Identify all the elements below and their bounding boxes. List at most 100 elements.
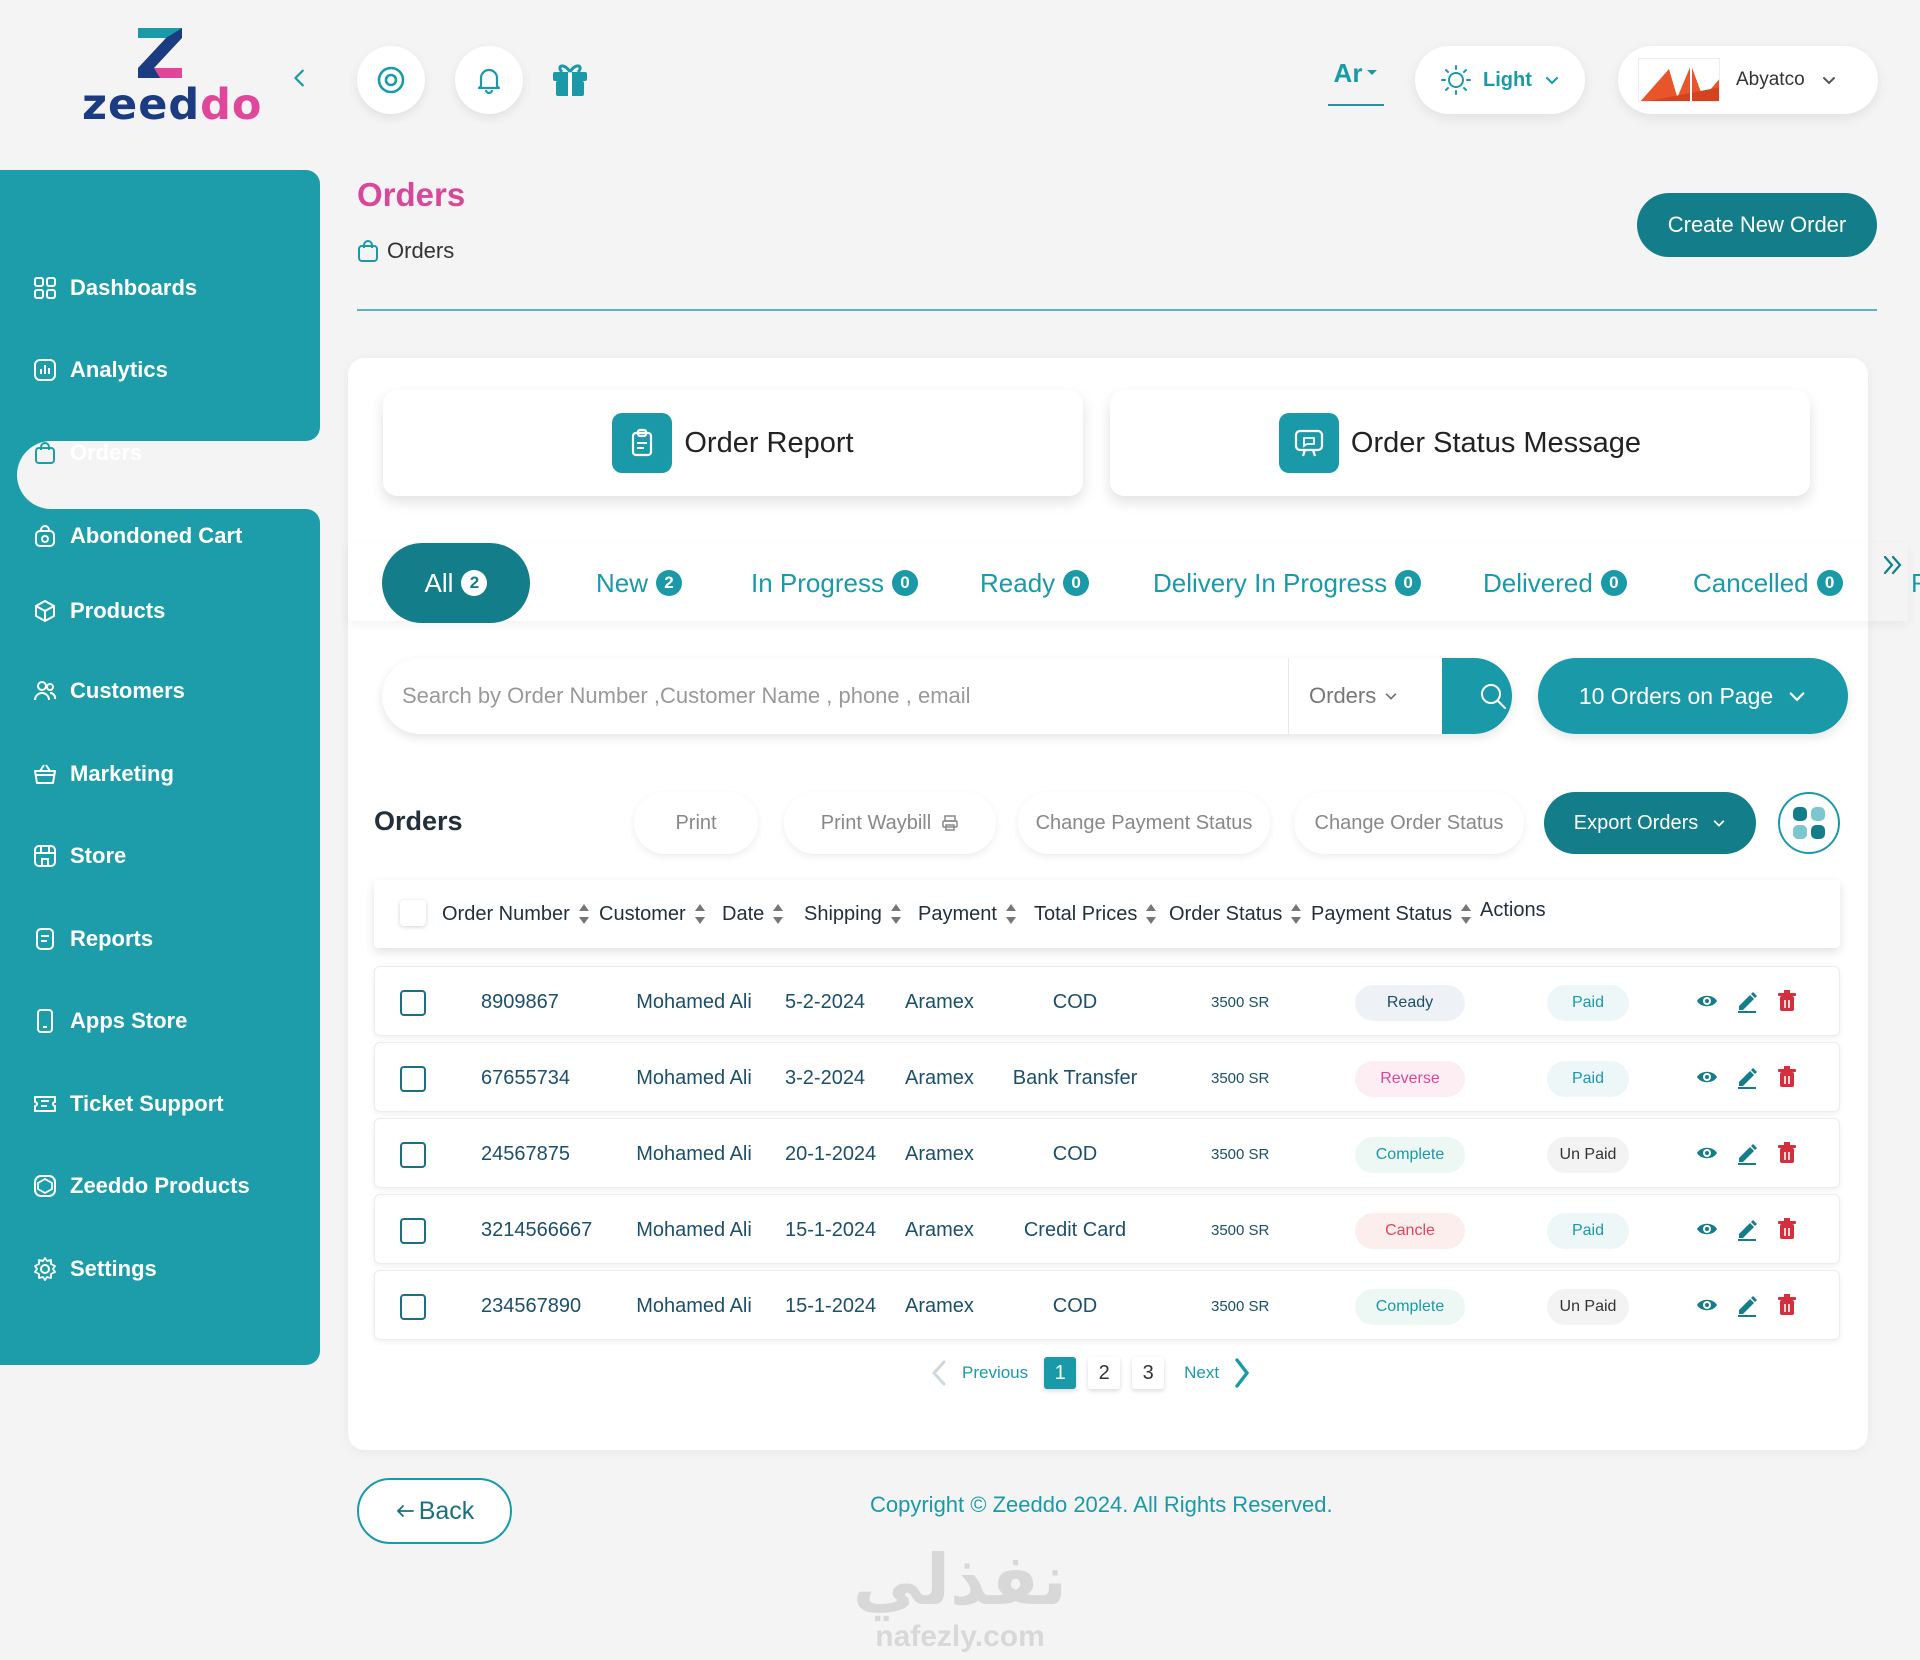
order-number[interactable]: 8909867 — [481, 967, 559, 1037]
tab-ready[interactable]: Ready 0 — [980, 543, 1090, 623]
tab-new[interactable]: New 2 — [596, 543, 683, 623]
search-input[interactable] — [382, 658, 1262, 734]
table-row[interactable]: 67655734 Mohamed Ali 3-2-2024 Aramex Bank Tr… — [374, 1042, 1840, 1112]
create-new-order-button[interactable]: Create New Order — [1637, 193, 1877, 257]
sidebar-item-apps-store[interactable]: Apps Store — [32, 1001, 187, 1041]
sidebar-item-zeeddo-products[interactable]: Zeeddo Products — [32, 1166, 250, 1206]
notifications-button[interactable] — [455, 46, 523, 114]
search-scope-select[interactable]: Orders — [1288, 658, 1428, 734]
column-header-shipping[interactable]: Shipping — [804, 880, 902, 948]
sidebar-item-customers[interactable]: Customers — [32, 671, 185, 711]
language-switch[interactable]: Ar — [1328, 58, 1384, 106]
sidebar-item-settings[interactable]: Settings — [32, 1249, 157, 1289]
breadcrumb[interactable]: Orders — [357, 238, 454, 264]
change-payment-status-button[interactable]: Change Payment Status — [1018, 792, 1270, 854]
column-header-payment-status[interactable]: Payment Status — [1311, 880, 1472, 948]
print-button[interactable]: Print — [634, 792, 758, 854]
page-1-button[interactable]: 1 — [1044, 1357, 1077, 1389]
edit-icon[interactable] — [1735, 1141, 1759, 1165]
sidebar-item-dashboards[interactable]: Dashboards — [32, 268, 197, 308]
next-page-button[interactable]: Next — [1184, 1363, 1219, 1383]
view-icon[interactable] — [1695, 1065, 1719, 1089]
row-checkbox[interactable] — [400, 1142, 426, 1168]
export-orders-button[interactable]: Export Orders — [1544, 792, 1756, 854]
sidebar-item-orders[interactable]: Orders — [32, 433, 142, 473]
row-checkbox[interactable] — [400, 1218, 426, 1244]
delete-icon[interactable] — [1775, 989, 1799, 1013]
preview-store-button[interactable] — [357, 46, 425, 114]
delete-icon[interactable] — [1775, 1141, 1799, 1165]
view-icon[interactable] — [1695, 1217, 1719, 1241]
tab-truncated[interactable]: R — [1911, 543, 1920, 623]
order-number[interactable]: 3214566667 — [481, 1195, 592, 1265]
chevron-right-icon[interactable] — [1231, 1356, 1253, 1390]
chevron-left-icon[interactable] — [928, 1358, 950, 1388]
table-row[interactable]: 3214566667 Mohamed Ali 15-1-2024 Aramex Cred… — [374, 1194, 1840, 1264]
row-checkbox[interactable] — [400, 990, 426, 1016]
edit-icon[interactable] — [1735, 1065, 1759, 1089]
select-all-checkbox[interactable] — [400, 900, 426, 926]
sort-icon[interactable] — [1460, 901, 1472, 927]
gift-button[interactable] — [550, 60, 590, 98]
change-order-status-button[interactable]: Change Order Status — [1294, 792, 1524, 854]
account-menu[interactable]: Abyatco — [1618, 46, 1878, 114]
sort-icon[interactable] — [694, 901, 706, 927]
order-status-message-card[interactable]: Order Status Message — [1110, 390, 1810, 496]
collapse-sidebar-button[interactable] — [280, 58, 320, 98]
sidebar-item-reports[interactable]: Reports — [32, 919, 153, 959]
row-checkbox[interactable] — [400, 1066, 426, 1092]
delete-icon[interactable] — [1775, 1065, 1799, 1089]
tab-cancelled[interactable]: Cancelled 0 — [1693, 543, 1843, 623]
scroll-tabs-button[interactable] — [1881, 553, 1905, 577]
row-checkbox[interactable] — [400, 1294, 426, 1320]
column-header-customer[interactable]: Customer — [599, 880, 706, 948]
print-waybill-button[interactable]: Print Waybill — [784, 792, 996, 854]
theme-select[interactable]: Light — [1415, 46, 1585, 114]
order-number[interactable]: 67655734 — [481, 1043, 570, 1113]
page-3-button[interactable]: 3 — [1132, 1357, 1165, 1389]
sort-icon[interactable] — [890, 901, 902, 927]
orders-per-page-select[interactable]: 10 Orders on Page — [1538, 658, 1848, 734]
search-button[interactable] — [1442, 658, 1512, 734]
sort-icon[interactable] — [1145, 901, 1157, 927]
sidebar-item-analytics[interactable]: Analytics — [32, 350, 168, 390]
sort-icon[interactable] — [1290, 901, 1302, 927]
sidebar-item-ticket-support[interactable]: Ticket Support — [32, 1084, 224, 1124]
table-row[interactable]: 8909867 Mohamed Ali 5-2-2024 Aramex COD 3500 … — [374, 966, 1840, 1036]
column-header-payment[interactable]: Payment — [918, 880, 1017, 948]
previous-page-button[interactable]: Previous — [962, 1363, 1028, 1383]
sidebar-item-store[interactable]: Store — [32, 836, 126, 876]
page-2-button[interactable]: 2 — [1088, 1357, 1121, 1389]
column-header-date[interactable]: Date — [722, 880, 784, 948]
back-button[interactable]: Back — [357, 1478, 512, 1544]
edit-icon[interactable] — [1735, 989, 1759, 1013]
edit-icon[interactable] — [1735, 1293, 1759, 1317]
delete-icon[interactable] — [1775, 1217, 1799, 1241]
sidebar-item-products[interactable]: Products — [32, 591, 165, 631]
grid-view-button[interactable] — [1778, 792, 1840, 854]
sidebar-item-abondoned-cart[interactable]: Abondoned Cart — [32, 516, 242, 556]
tab-all[interactable]: All 2 — [382, 543, 530, 623]
zeeddo-logo[interactable]: zeeddo — [78, 24, 261, 130]
sort-icon[interactable] — [772, 901, 784, 927]
table-row[interactable]: 24567875 Mohamed Ali 20-1-2024 Aramex COD 350… — [374, 1118, 1840, 1188]
order-number[interactable]: 24567875 — [481, 1119, 570, 1189]
tab-delivered[interactable]: Delivered 0 — [1483, 543, 1627, 623]
arrow-left-icon — [396, 1505, 414, 1517]
column-header-order-status[interactable]: Order Status — [1169, 880, 1302, 948]
sidebar-item-marketing[interactable]: Marketing — [32, 754, 174, 794]
column-header-order-number[interactable]: Order Number — [442, 880, 590, 948]
sort-icon[interactable] — [1005, 901, 1017, 927]
view-icon[interactable] — [1695, 1293, 1719, 1317]
sort-icon[interactable] — [578, 901, 590, 927]
order-report-card[interactable]: Order Report — [383, 390, 1083, 496]
tab-delivery-in-progress[interactable]: Delivery In Progress 0 — [1153, 543, 1422, 623]
table-row[interactable]: 234567890 Mohamed Ali 15-1-2024 Aramex COD 35… — [374, 1270, 1840, 1340]
order-number[interactable]: 234567890 — [481, 1271, 581, 1341]
tab-in-progress[interactable]: In Progress 0 — [751, 543, 918, 623]
delete-icon[interactable] — [1775, 1293, 1799, 1317]
edit-icon[interactable] — [1735, 1217, 1759, 1241]
column-header-total-prices[interactable]: Total Prices — [1034, 880, 1157, 948]
view-icon[interactable] — [1695, 1141, 1719, 1165]
view-icon[interactable] — [1695, 989, 1719, 1013]
